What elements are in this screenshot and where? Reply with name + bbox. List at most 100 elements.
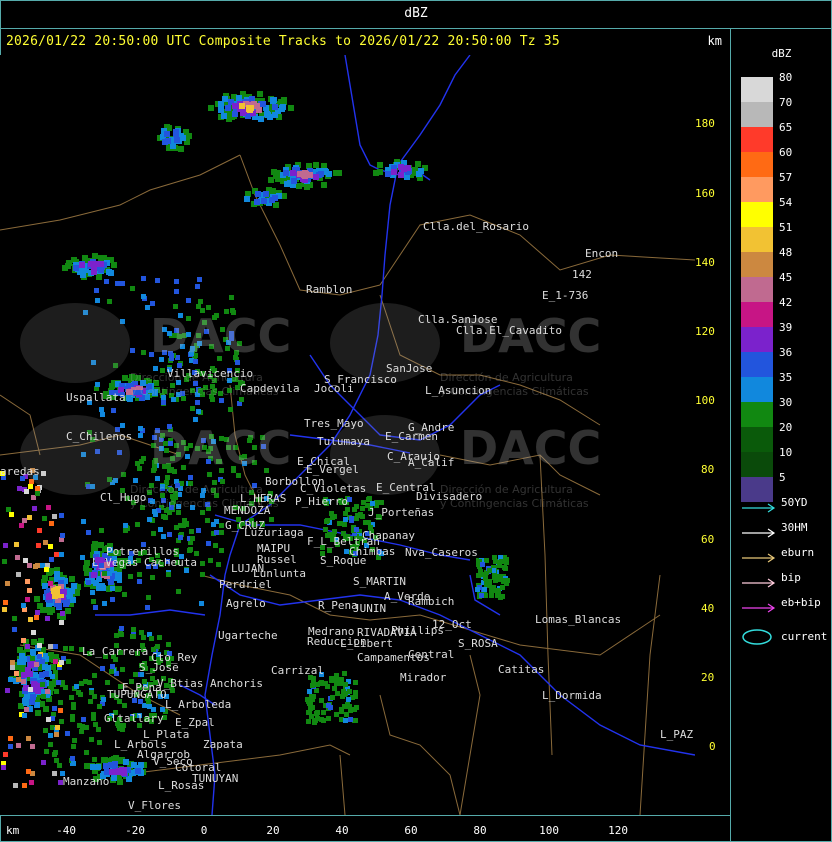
echo-pixel — [10, 665, 15, 670]
place-label: Capdevila — [240, 382, 300, 395]
echo-pixel — [354, 527, 359, 532]
echo-pixel — [16, 572, 21, 577]
echo-pixel — [164, 131, 170, 137]
echo-pixel — [12, 627, 17, 632]
echo-pixel — [81, 519, 86, 524]
echo-pixel — [110, 586, 115, 591]
echo-pixel — [332, 529, 337, 534]
place-label: aredas — [0, 465, 40, 478]
echo-pixel — [480, 562, 485, 567]
echo-pixel — [146, 595, 151, 600]
echo-pixel — [54, 571, 60, 577]
echo-pixel — [78, 692, 83, 697]
header: 2026/01/22 20:50:00 UTC Composite Tracks… — [0, 29, 730, 53]
echo-pixel — [54, 732, 59, 737]
echo-pixel — [40, 682, 45, 687]
echo-pixel — [97, 740, 102, 745]
echo-pixel — [199, 601, 204, 606]
legend-track-label: bip — [781, 571, 801, 584]
echo-pixel — [43, 706, 49, 712]
boundary-line — [0, 154, 241, 231]
echo-pixel — [366, 520, 371, 525]
echo-pixel — [8, 677, 13, 682]
watermark-name: DACC — [460, 421, 602, 475]
header-km-unit: km — [707, 34, 722, 48]
echo-pixel — [345, 702, 350, 707]
boundary-line — [459, 654, 481, 815]
echo-pixel — [117, 779, 123, 785]
echo-pixel — [141, 276, 146, 281]
echo-pixel — [26, 736, 31, 741]
echo-pixel — [46, 717, 51, 722]
echo-pixel — [348, 717, 353, 722]
echo-pixel — [34, 662, 39, 667]
echo-pixel — [329, 678, 334, 683]
echo-pixel — [343, 517, 348, 522]
y-tick-label: 80 — [701, 463, 715, 476]
legend-swatch-label: 54 — [779, 196, 793, 209]
echo-pixel — [325, 518, 330, 523]
echo-pixel — [23, 558, 28, 563]
echo-pixel — [211, 522, 216, 527]
place-label: C_Violetas — [300, 482, 367, 495]
echo-pixel — [150, 301, 155, 306]
echo-pixel — [288, 105, 294, 111]
echo-pixel — [14, 671, 19, 676]
echo-pixel — [49, 607, 55, 613]
echo-pixel — [499, 559, 504, 564]
echo-pixel — [102, 601, 107, 606]
legend-swatch-label: 57 — [779, 171, 793, 184]
echo-pixel — [25, 644, 30, 649]
echo-pixel — [104, 279, 109, 284]
echo-pixel — [141, 635, 146, 640]
echo-pixel — [479, 593, 484, 598]
echo-pixel — [196, 409, 201, 414]
y-tick-label: 60 — [701, 533, 715, 546]
echo-pixel — [186, 298, 191, 303]
legend-swatch-label: 42 — [779, 296, 793, 309]
place-label: S_ROSA — [458, 637, 498, 650]
echo-pixel — [150, 575, 155, 580]
echo-pixel — [405, 165, 411, 171]
echo-pixel — [200, 561, 205, 566]
echo-pixel — [53, 750, 58, 755]
echo-pixel — [115, 281, 120, 286]
echo-pixel — [30, 694, 36, 700]
echo-pixel — [321, 710, 326, 715]
echo-pixel — [71, 761, 76, 766]
echo-pixel — [12, 616, 17, 621]
echo-pixel — [19, 523, 24, 528]
echo-pixel — [27, 588, 32, 593]
echo-pixel — [131, 627, 136, 632]
echo-pixel — [135, 768, 141, 774]
echo-pixel — [174, 289, 179, 294]
echo-pixel — [343, 682, 348, 687]
echo-pixel — [14, 542, 19, 547]
echo-pixel — [161, 400, 166, 405]
echo-pixel — [128, 574, 133, 579]
place-label: Tres_Mayo — [304, 417, 364, 430]
echo-pixel — [49, 521, 54, 526]
echo-pixel — [338, 521, 343, 526]
echo-pixel — [24, 707, 29, 712]
legend-track-label: 50YD — [781, 496, 808, 509]
echo-pixel — [99, 528, 104, 533]
echo-pixel — [137, 466, 142, 471]
legend-track-label: eburn — [781, 546, 815, 559]
echo-pixel — [254, 199, 260, 205]
place-label: Manzano — [63, 775, 110, 788]
legend-current: current — [741, 628, 827, 649]
radar-map[interactable]: DACC Dirección de Agricultura y Contingenc… — [0, 55, 695, 815]
echo-pixel — [69, 576, 75, 582]
echo-pixel — [98, 255, 104, 261]
place-label: Cl_Hugo — [100, 491, 147, 504]
echo-pixel — [71, 744, 76, 749]
echo-pixel — [15, 555, 20, 560]
echo-pixel — [309, 694, 314, 699]
place-label: 12_Oct — [432, 618, 472, 631]
place-label: Cacheuta — [144, 556, 197, 569]
echo-pixel — [53, 644, 58, 649]
legend-swatch-label: 60 — [779, 146, 793, 159]
echo-pixel — [149, 636, 154, 641]
echo-pixel — [200, 510, 205, 515]
